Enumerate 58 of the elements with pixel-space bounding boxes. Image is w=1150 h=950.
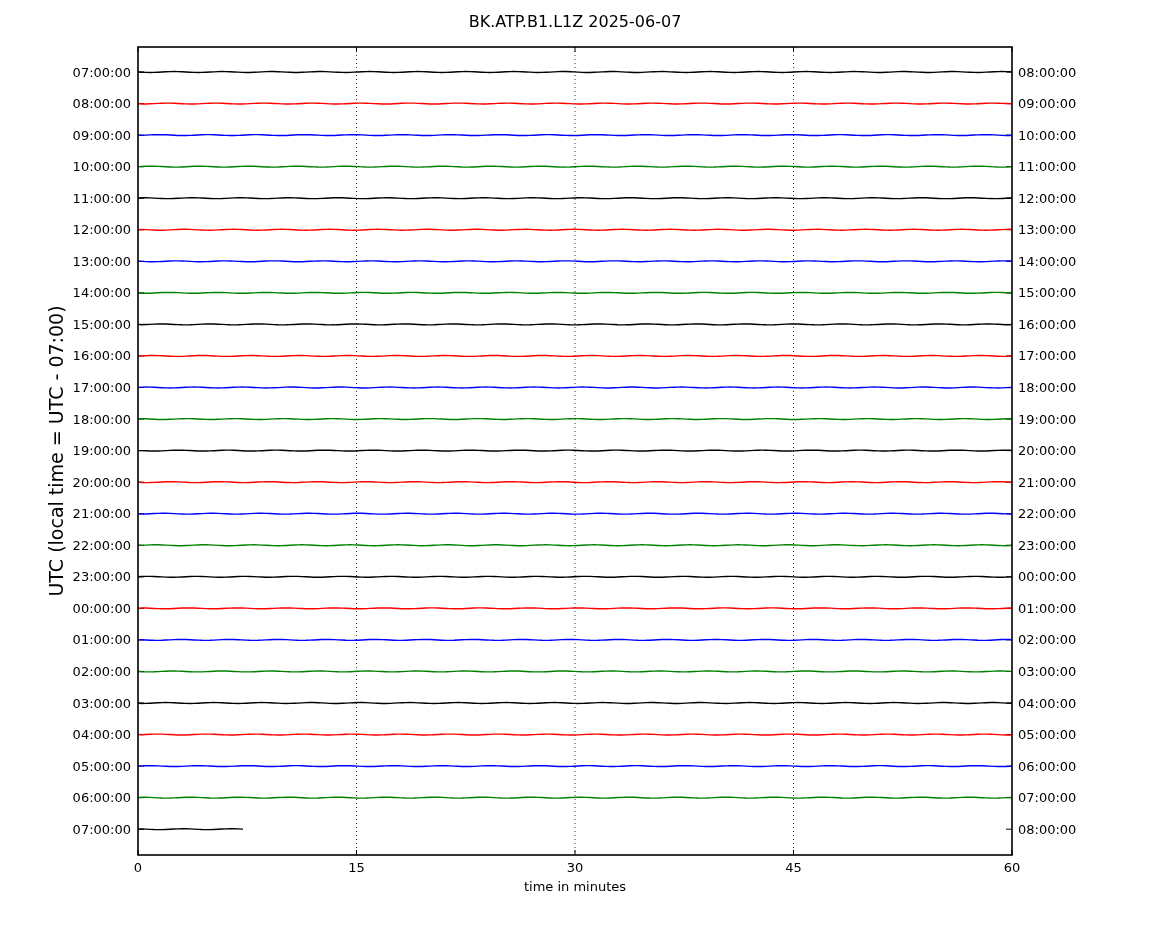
y-tick-label: 17:00:00: [72, 380, 131, 395]
y-tick-label: 14:00:00: [1018, 253, 1077, 269]
y-tick-label: 07:00:00: [72, 821, 131, 837]
y-tick-label: 04:00:00: [72, 727, 131, 743]
x-tick-label: 0: [133, 860, 143, 875]
y-tick-label: 09:00:00: [1018, 96, 1077, 112]
x-tick-label: 15: [348, 860, 365, 875]
y-tick-label: 00:00:00: [72, 600, 131, 616]
y-tick-label: 03:00:00: [1018, 663, 1077, 679]
y-tick-label: 10:00:00: [72, 159, 131, 175]
y-tick-label: 22:00:00: [72, 537, 131, 553]
y-tick-label: 03:00:00: [72, 695, 131, 711]
y-tick-label: 19:00:00: [72, 443, 131, 459]
y-tick-label: 02:00:00: [72, 663, 131, 679]
y-tick-label: 08:00:00: [1018, 64, 1077, 80]
y-tick-label: 12:00:00: [72, 222, 131, 238]
y-tick-label: 18:00:00: [72, 411, 131, 427]
y-tick-label: 08:00:00: [1018, 821, 1077, 837]
y-tick-label: 19:00:00: [1018, 411, 1077, 427]
y-tick-label: 23:00:00: [1018, 537, 1077, 553]
y-tick-label: 01:00:00: [72, 632, 131, 648]
y-tick-label: 15:00:00: [72, 316, 131, 332]
y-tick-label: 11:00:00: [72, 190, 131, 206]
y-tick-label: 15:00:00: [1018, 285, 1077, 301]
y-tick-label: 01:00:00: [1018, 600, 1077, 616]
y-tick-label: 04:00:00: [1018, 695, 1077, 711]
x-tick-label: 45: [785, 860, 802, 875]
y-axis-label: UTC (local time = UTC - 07:00): [45, 305, 67, 597]
y-tick-label: 09:00:00: [72, 127, 131, 143]
y-tick-label: 13:00:00: [72, 253, 131, 269]
y-tick-label: 06:00:00: [72, 790, 131, 806]
y-tick-label: 22:00:00: [1018, 506, 1077, 522]
y-tick-label: 14:00:00: [72, 285, 131, 301]
y-tick-label: 20:00:00: [72, 474, 131, 490]
y-tick-label: 06:00:00: [1018, 758, 1077, 774]
y-tick-label: 05:00:00: [72, 758, 131, 774]
y-tick-label: 07:00:00: [1018, 790, 1077, 806]
y-tick-label: 21:00:00: [72, 506, 131, 522]
y-tick-label: 05:00:00: [1018, 727, 1077, 743]
y-tick-label: 16:00:00: [72, 348, 131, 364]
x-axis-label: time in minutes: [523, 879, 627, 894]
y-tick-label: 07:00:00: [72, 64, 131, 80]
y-tick-label: 02:00:00: [1018, 632, 1077, 648]
y-tick-label: 16:00:00: [1018, 316, 1077, 332]
y-tick-label: 12:00:00: [1018, 190, 1077, 206]
y-tick-label: 00:00:00: [1018, 569, 1077, 585]
x-tick-label: 60: [1003, 860, 1021, 875]
y-tick-label: 08:00:00: [72, 96, 131, 112]
y-tick-label: 21:00:00: [1018, 474, 1077, 490]
chart-title: BK.ATP.B1.L1Z 2025-06-07: [468, 12, 682, 31]
x-tick-label: 30: [566, 860, 584, 875]
y-tick-label: 20:00:00: [1018, 443, 1077, 459]
y-tick-label: 23:00:00: [72, 569, 131, 585]
y-tick-label: 10:00:00: [1018, 127, 1077, 143]
y-tick-label: 17:00:00: [1018, 348, 1077, 364]
y-tick-label: 13:00:00: [1018, 222, 1077, 238]
y-tick-label: 11:00:00: [1018, 159, 1077, 175]
y-tick-label: 18:00:00: [1018, 380, 1077, 395]
